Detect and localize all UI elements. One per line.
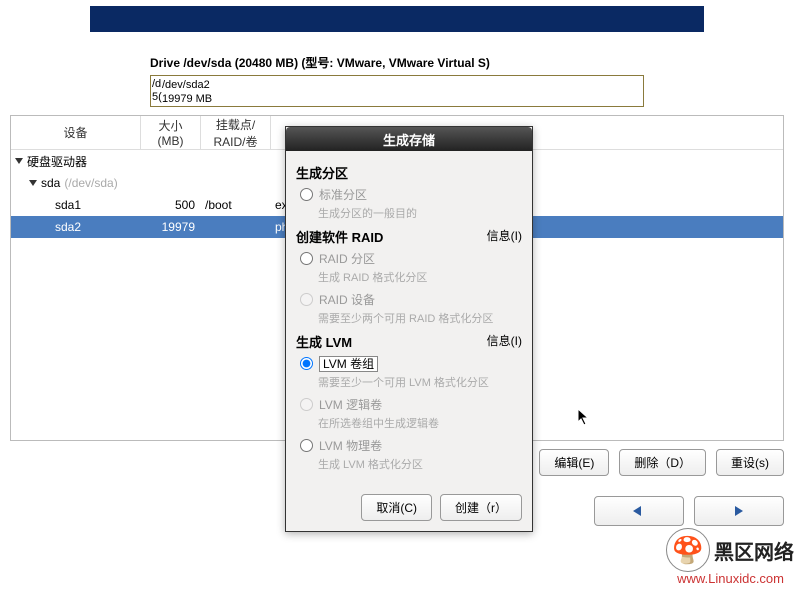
create-storage-dialog: 生成存储 生成分区 标准分区 生成分区的一般目的 创建软件 RAID 信息(I)…: [285, 126, 533, 532]
drive-segment-2: /dev/sda2 19979 MB: [161, 76, 643, 106]
mushroom-icon: 🍄: [666, 528, 710, 572]
option-sub: 生成 LVM 格式化分区: [318, 456, 522, 472]
radio-raid-device: [300, 293, 313, 306]
drive-segment-1: /d 5(: [151, 76, 161, 106]
option-sub: 在所选卷组中生成逻辑卷: [318, 415, 522, 431]
option-raid-device[interactable]: RAID 设备: [300, 291, 522, 308]
row-size: 19979: [141, 220, 201, 234]
option-standard-partition[interactable]: 标准分区: [300, 186, 522, 203]
option-raid-partition[interactable]: RAID 分区: [300, 250, 522, 267]
radio-standard-partition[interactable]: [300, 188, 313, 201]
watermark: 🍄 黑区网络: [666, 528, 794, 572]
row-device: sda1: [11, 198, 141, 212]
header-size[interactable]: 大小 (MB): [141, 116, 201, 149]
section-raid: 创建软件 RAID 信息(I): [296, 227, 522, 246]
tree-root-label: 硬盘驱动器: [27, 153, 87, 170]
section-lvm: 生成 LVM 信息(I): [296, 332, 522, 351]
next-button[interactable]: [694, 496, 784, 526]
row-device: sda2: [11, 220, 141, 234]
radio-raid-partition[interactable]: [300, 252, 313, 265]
lvm-info-link[interactable]: 信息(I): [487, 332, 522, 351]
row-mount: /boot: [201, 198, 271, 212]
header-device[interactable]: 设备: [11, 116, 141, 149]
option-sub: 生成分区的一般目的: [318, 205, 522, 221]
reset-button[interactable]: 重设(s): [716, 449, 784, 476]
section-create-partition: 生成分区: [296, 163, 522, 182]
dialog-title: 生成存储: [286, 127, 532, 151]
option-lvm-lv[interactable]: LVM 逻辑卷: [300, 396, 522, 413]
option-sub: 需要至少两个可用 RAID 格式化分区: [318, 310, 522, 326]
row-size: 500: [141, 198, 201, 212]
delete-button[interactable]: 删除（D）: [619, 449, 706, 476]
top-banner: [90, 6, 704, 32]
tree-sda-label: sda: [41, 176, 60, 190]
back-button[interactable]: [594, 496, 684, 526]
radio-lvm-lv: [300, 398, 313, 411]
watermark-url: www.Linuxidc.com: [677, 571, 784, 586]
tree-sda-path: (/dev/sda): [64, 176, 117, 190]
dialog-buttons: 取消(C) 创建（r）: [286, 484, 532, 531]
arrow-left-icon: [629, 504, 649, 518]
drive-title: Drive /dev/sda (20480 MB) (型号: VMware, V…: [150, 54, 644, 71]
edit-button[interactable]: 编辑(E): [539, 449, 609, 476]
option-sub: 生成 RAID 格式化分区: [318, 269, 522, 285]
dialog-body: 生成分区 标准分区 生成分区的一般目的 创建软件 RAID 信息(I) RAID…: [286, 151, 532, 484]
option-lvm-pv[interactable]: LVM 物理卷: [300, 437, 522, 454]
arrow-right-icon: [729, 504, 749, 518]
radio-lvm-vg[interactable]: [300, 357, 313, 370]
cancel-button[interactable]: 取消(C): [361, 494, 432, 521]
option-sub: 需要至少一个可用 LVM 格式化分区: [318, 374, 522, 390]
option-lvm-vg[interactable]: LVM 卷组: [300, 355, 522, 372]
expand-icon[interactable]: [29, 180, 37, 186]
drive-header: Drive /dev/sda (20480 MB) (型号: VMware, V…: [150, 54, 644, 107]
expand-icon[interactable]: [15, 158, 23, 164]
header-mount[interactable]: 挂载点/ RAID/卷: [201, 116, 271, 149]
create-confirm-button[interactable]: 创建（r）: [440, 494, 522, 521]
drive-layout-box: /d 5( /dev/sda2 19979 MB: [150, 75, 644, 107]
raid-info-link[interactable]: 信息(I): [487, 227, 522, 246]
radio-lvm-pv[interactable]: [300, 439, 313, 452]
